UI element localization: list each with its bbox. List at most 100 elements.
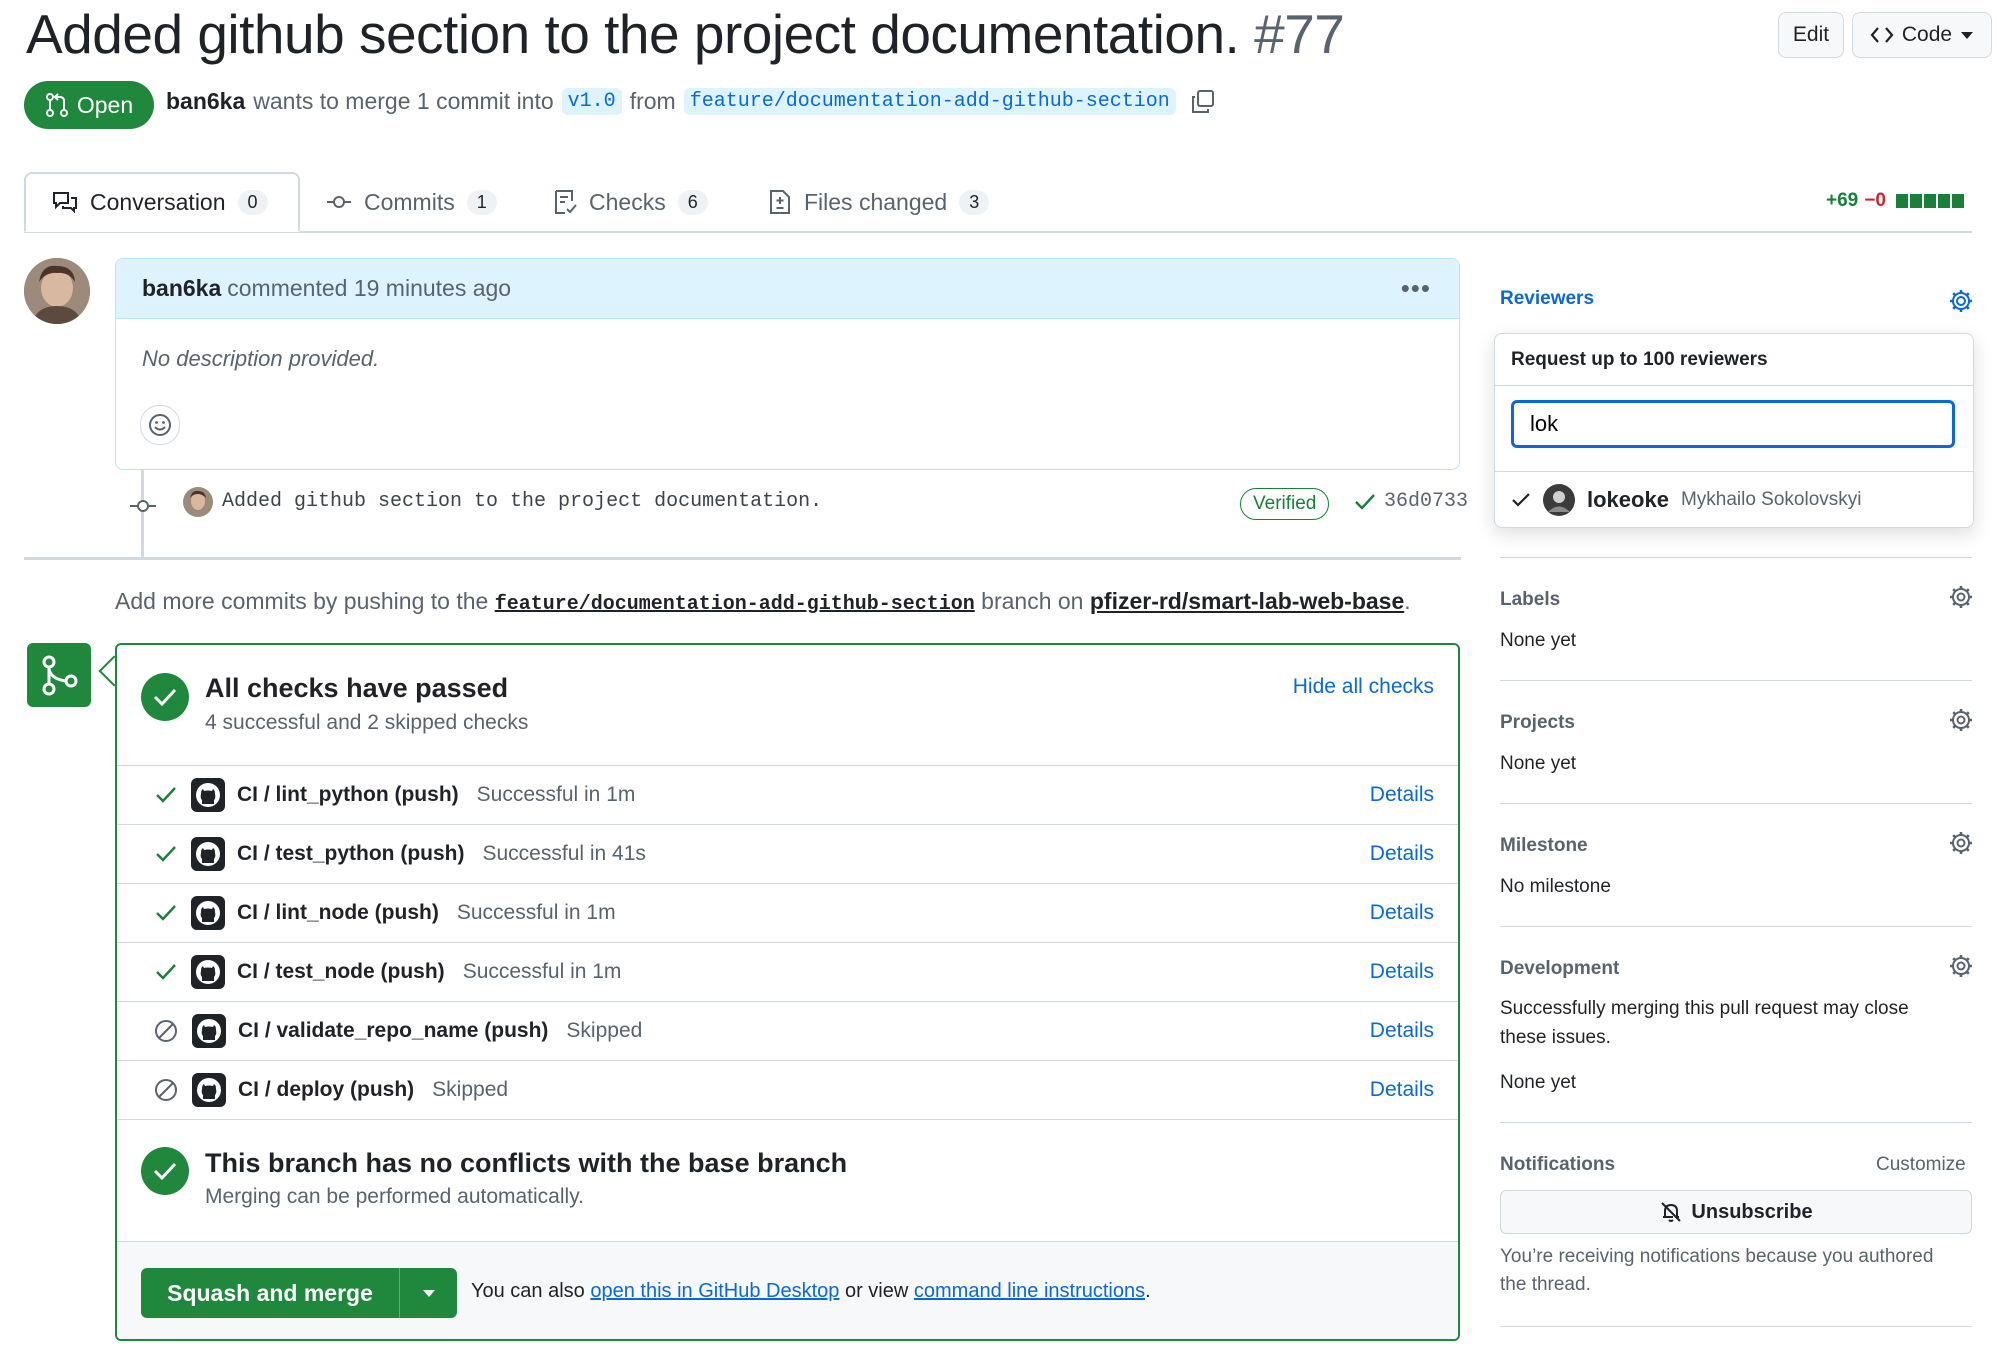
triangle-down-icon [1961,32,1974,39]
development-text-2: these issues. [1500,1027,1611,1048]
check-details-link[interactable]: Details [1370,1019,1434,1043]
check-icon[interactable] [1354,492,1376,512]
skip-icon [155,1079,177,1101]
verified-badge[interactable]: Verified [1240,488,1330,520]
squash-and-merge-button[interactable]: Squash and merge [141,1268,400,1318]
smiley-icon [149,414,171,436]
check-name: CI / validate_repo_name (push) [238,1019,549,1042]
or-view-text: or view [844,1280,909,1302]
deletions-count: −0 [1864,190,1886,211]
sidebar-divider [1500,557,1972,558]
milestone-title[interactable]: Milestone [1500,835,1588,857]
tab-checks[interactable]: Checks 6 [553,172,708,232]
timeline-break [24,557,1461,560]
reviewer-popup-header: Request up to 100 reviewers [1495,334,1973,386]
tab-commits[interactable]: Commits 1 [326,172,497,232]
git-pull-request-icon [45,93,68,117]
status-label: Open [76,91,134,118]
projects-title[interactable]: Projects [1500,712,1575,734]
comment-box: ban6ka commented 19 minutes ago ••• No d… [115,258,1460,470]
file-diff-icon [770,190,790,214]
commit-status: 36d0733 [1354,490,1468,513]
avatar[interactable] [24,258,90,324]
edit-button[interactable]: Edit [1778,12,1844,58]
check-details-link[interactable]: Details [1370,842,1434,866]
suggestion-name: Mykhailo Sokolovskyi [1680,488,1862,510]
period-text: . [1145,1280,1151,1302]
labels-title[interactable]: Labels [1500,589,1560,611]
gear-icon[interactable] [1948,830,1974,856]
tab-counter: 1 [466,189,497,215]
gear-icon[interactable] [1948,584,1974,610]
check-details-link[interactable]: Details [1370,783,1434,807]
from-text: from [629,88,676,114]
code-button-label: Code [1901,23,1953,46]
code-icon [1870,27,1894,43]
development-title[interactable]: Development [1500,958,1619,980]
commit-author-avatar[interactable] [183,487,213,517]
merge-button-group: Squash and merge [141,1268,457,1318]
reviewers-title[interactable]: Reviewers [1500,288,1594,310]
commit-message[interactable]: Added github section to the project docu… [222,490,822,513]
merge-alternatives: You can also open this in GitHub Desktop… [471,1280,1151,1303]
gear-icon[interactable] [1948,953,1974,979]
notification-reason-2: the thread. [1500,1274,1591,1295]
milestone-value: No milestone [1500,876,1611,897]
check-details-link[interactable]: Details [1370,1078,1434,1102]
github-logo-icon [191,896,225,930]
gear-icon[interactable] [1948,707,1974,733]
kebab-menu-icon[interactable]: ••• [1401,273,1431,304]
tab-label: Checks [589,188,666,215]
commit-sha[interactable]: 36d0733 [1384,490,1468,513]
push-hint-repo[interactable]: pfizer-rd/smart-lab-web-base [1090,588,1404,614]
tab-counter: 0 [237,189,268,215]
add-reaction-button[interactable] [140,405,180,445]
push-hint-prefix: Add more commits by pushing to the [115,588,489,614]
git-commit-icon [327,196,351,208]
github-logo-icon [192,1073,226,1107]
development-value: None yet [1500,1072,1577,1093]
unsubscribe-button[interactable]: Unsubscribe [1500,1190,1972,1234]
tab-files-changed[interactable]: Files changed 3 [768,172,990,232]
reviewer-search-input[interactable] [1511,400,1955,448]
command-line-link[interactable]: command line instructions [914,1280,1145,1302]
skip-icon [155,1020,177,1042]
gear-icon[interactable] [1948,288,1974,314]
status-badge: Open [24,81,154,129]
user-avatar-icon [183,487,213,517]
additions-count: +69 [1826,190,1859,211]
tab-conversation[interactable]: Conversation 0 [24,172,300,232]
conflicts-title: This branch has no conflicts with the ba… [205,1148,848,1178]
reviewer-popup: Request up to 100 reviewers lokeoke Mykh… [1494,333,1974,528]
tab-counter: 3 [959,189,990,215]
push-hint-branch[interactable]: feature/documentation-add-github-section [495,593,975,616]
check-details-link[interactable]: Details [1370,901,1434,925]
head-branch[interactable]: feature/documentation-add-github-section [683,88,1176,115]
diff-stat: +69 −0 [1826,190,1966,212]
comment-author[interactable]: ban6ka [142,275,221,302]
conflicts-subtitle: Merging can be performed automatically. [205,1185,584,1208]
code-button[interactable]: Code [1852,12,1992,58]
base-branch[interactable]: v1.0 [561,88,622,115]
check-details-link[interactable]: Details [1370,960,1434,984]
check-name: CI / lint_node (push) [237,901,439,924]
github-desktop-link[interactable]: open this in GitHub Desktop [590,1280,839,1302]
hide-checks-link[interactable]: Hide all checks [1293,675,1434,699]
check-row: CI / test_python (push) Successful in 41s… [117,824,1458,883]
labels-value: None yet [1500,630,1577,651]
check-name: CI / test_python (push) [237,842,465,865]
bell-slash-icon [1661,1202,1682,1222]
check-icon [1512,492,1530,507]
comment-discussion-icon [53,192,77,214]
merge-method-dropdown[interactable] [400,1268,457,1318]
github-logo-icon [191,955,225,989]
triangle-down-icon [422,1290,435,1297]
reviewer-suggestion[interactable]: lokeoke Mykhailo Sokolovskyi [1495,472,1973,527]
tab-counter: 6 [677,189,708,215]
customize-link[interactable]: Customize [1876,1154,1966,1176]
check-name: CI / deploy (push) [238,1078,415,1101]
author-link[interactable]: ban6ka [166,88,245,115]
copy-icon[interactable] [1190,89,1216,115]
development-text: Successfully merging this pull request m… [1500,998,1909,1019]
diffstat-bar [1895,194,1966,208]
